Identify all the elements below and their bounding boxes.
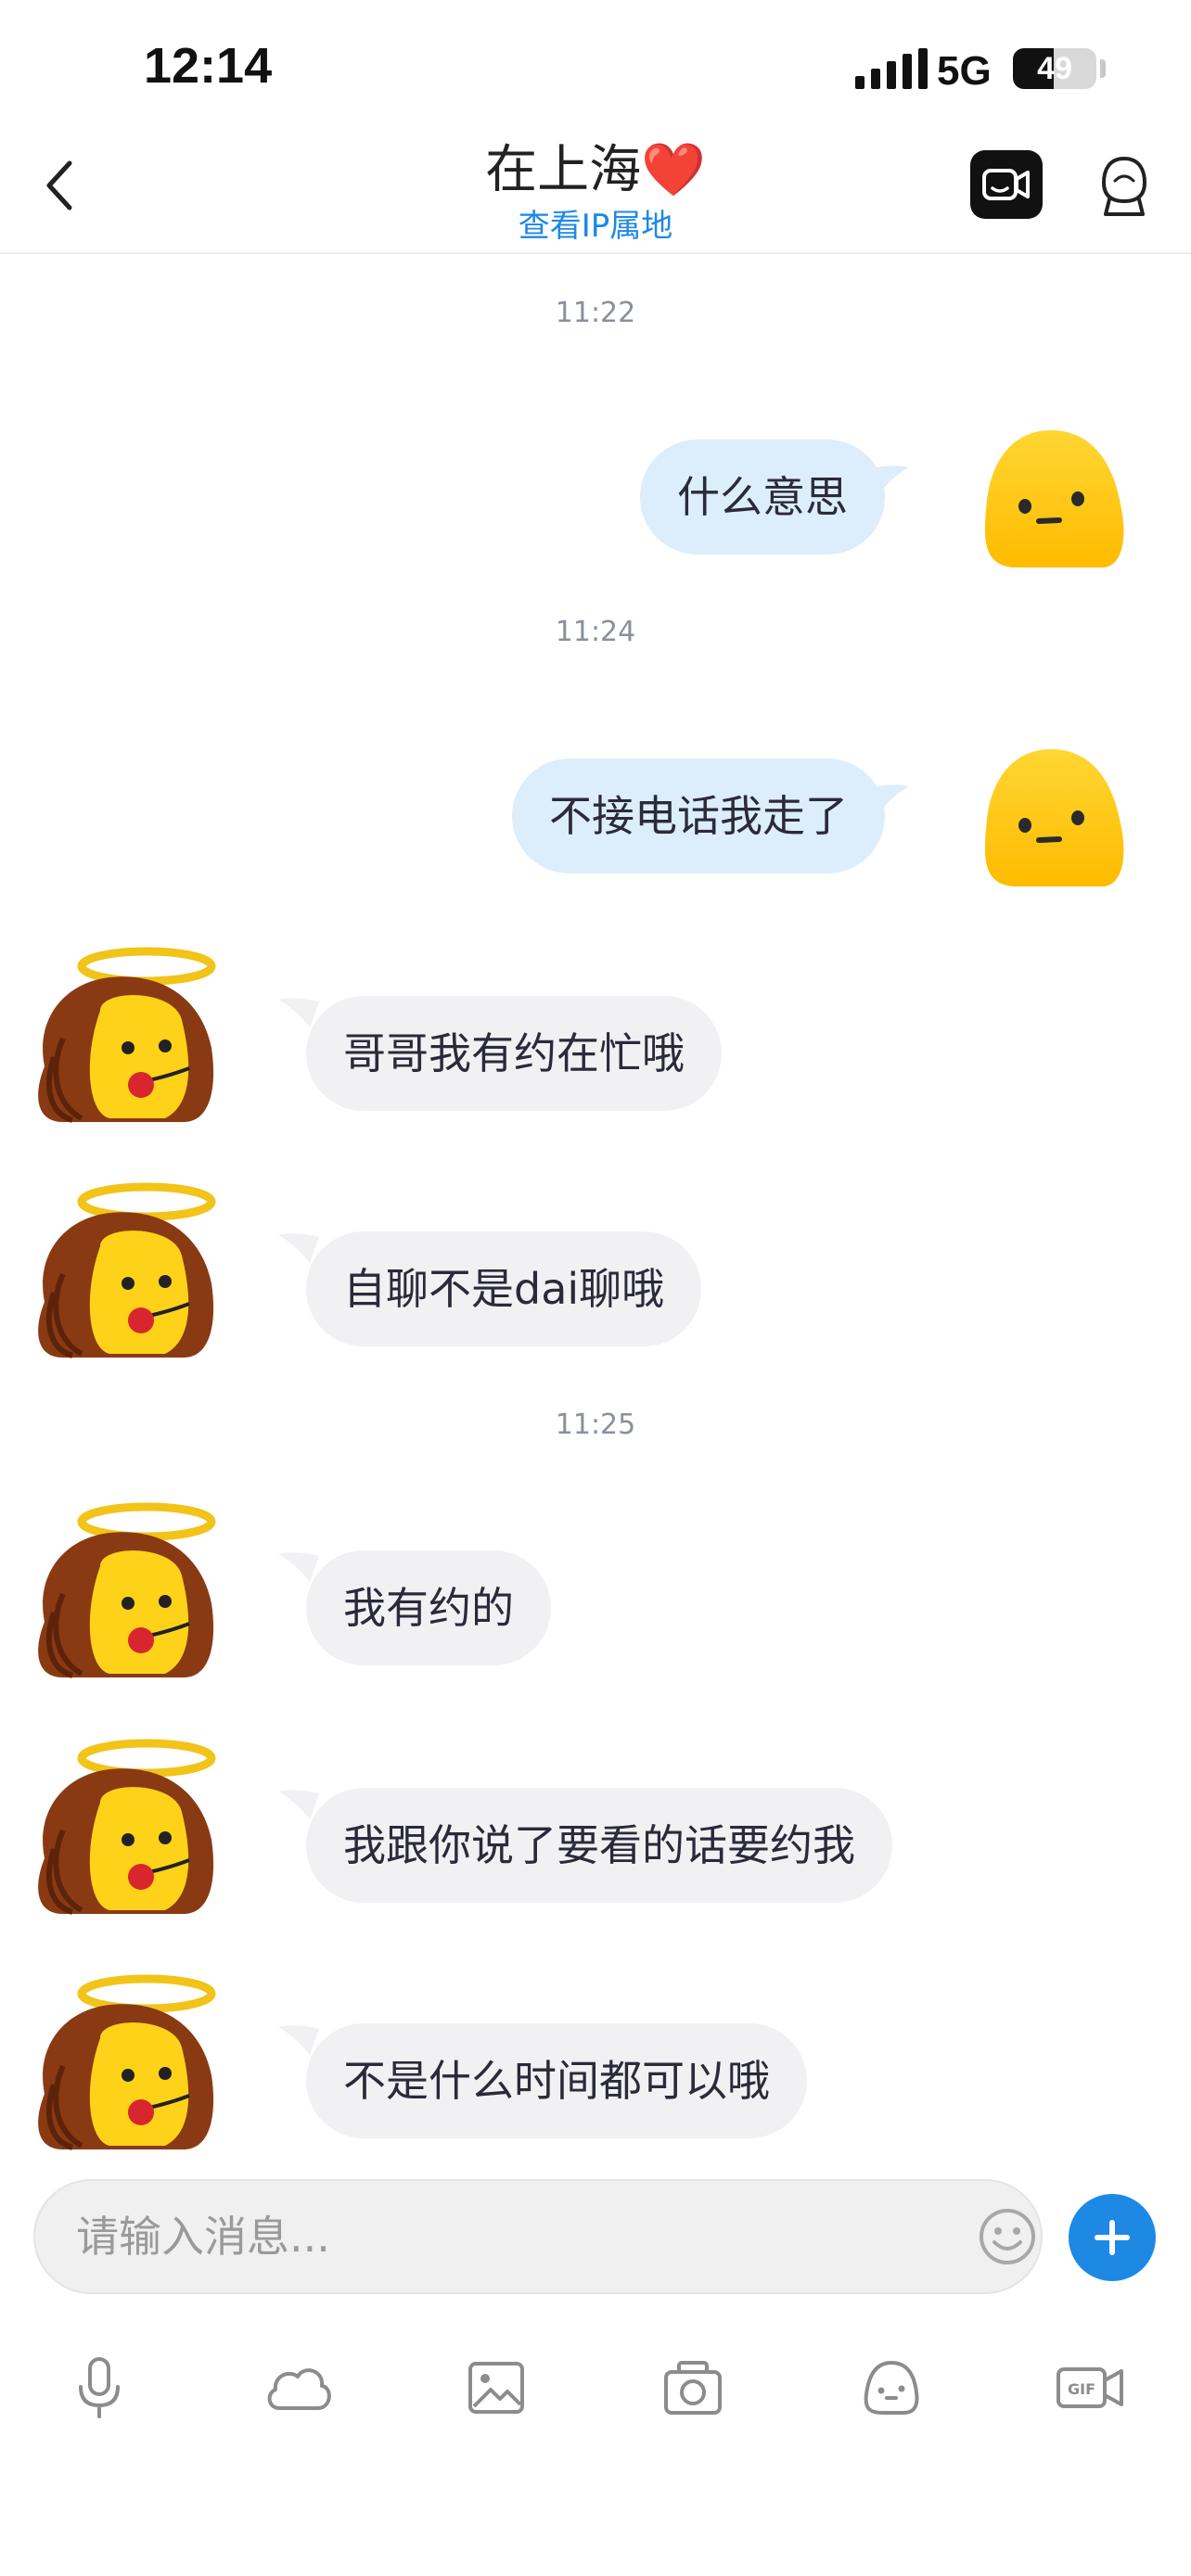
bubble-tail (278, 2025, 319, 2055)
my-avatar[interactable] (974, 427, 1128, 571)
message-bubble-outgoing[interactable]: 不接电话我走了 (512, 759, 885, 874)
user-profile-icon (1101, 156, 1147, 216)
camera-button[interactable] (651, 2346, 735, 2429)
cloud-icon (267, 2368, 331, 2410)
microphone-icon (79, 2357, 120, 2418)
status-bar: 12:14 5G 49 (0, 0, 1191, 139)
battery-icon: 49 (1013, 48, 1096, 89)
chat-header: 在上海❤️ 查看IP属地 (0, 121, 1191, 254)
message-input[interactable]: 请输入消息... (33, 2179, 1043, 2294)
plus-icon (1095, 2220, 1130, 2255)
image-icon (468, 2362, 524, 2414)
heart-emoji: ❤️ (641, 140, 706, 200)
svg-text:GIF: GIF (1068, 2380, 1095, 2398)
emoji-icon[interactable] (978, 2207, 1037, 2266)
contact-name: 在上海 (485, 140, 642, 200)
camera-icon (664, 2361, 722, 2415)
bubble-tail (868, 465, 909, 495)
signal-icon (855, 48, 928, 89)
battery-level: 49 (1037, 51, 1072, 86)
contact-avatar[interactable] (26, 1738, 234, 1919)
timestamp: 11:22 (555, 297, 636, 329)
message-bubble-incoming[interactable]: 自聊不是dai聊哦 (306, 1231, 702, 1346)
my-avatar[interactable] (974, 746, 1128, 890)
contact-avatar[interactable] (26, 946, 234, 1128)
timestamp: 11:24 (555, 616, 636, 648)
bubble-tail (278, 1233, 319, 1263)
input-toolbar: GIF (0, 2346, 1191, 2439)
video-call-button[interactable] (970, 150, 1043, 219)
sticker-button[interactable] (850, 2346, 933, 2429)
bubble-tail (868, 784, 909, 814)
message-bubble-incoming[interactable]: 我跟你说了要看的话要约我 (306, 1788, 892, 1903)
network-type: 5G (937, 48, 992, 94)
video-camera-icon (982, 169, 1030, 200)
voice-button[interactable] (58, 2346, 141, 2429)
battery-tip (1100, 59, 1106, 78)
message-bubble-outgoing[interactable]: 什么意思 (640, 440, 885, 555)
message-bubble-incoming[interactable]: 我有约的 (306, 1550, 551, 1665)
plus-button[interactable] (1069, 2194, 1156, 2281)
contact-avatar[interactable] (26, 1501, 234, 1683)
gif-button[interactable]: GIF (1048, 2346, 1132, 2429)
contact-avatar[interactable] (26, 1973, 234, 2155)
cloud-button[interactable] (256, 2346, 339, 2429)
sticker-icon (864, 2360, 919, 2415)
image-button[interactable] (455, 2346, 538, 2429)
bubble-tail (278, 998, 319, 1027)
bubble-tail (278, 1790, 319, 1819)
message-bubble-incoming[interactable]: 不是什么时间都可以哦 (306, 2023, 807, 2138)
profile-button[interactable] (1091, 148, 1158, 223)
timestamp: 11:25 (555, 1409, 636, 1441)
gif-icon: GIF (1057, 2367, 1123, 2408)
status-time: 12:14 (144, 38, 273, 94)
message-list[interactable]: 11:22 什么意思 11:24 不接电话我走了 哥哥我有约在忙哦 自聊不是da… (0, 254, 1191, 2155)
bubble-tail (278, 1552, 319, 1582)
message-bubble-incoming[interactable]: 哥哥我有约在忙哦 (306, 996, 722, 1111)
input-placeholder: 请输入消息... (76, 2212, 330, 2262)
contact-avatar[interactable] (26, 1181, 234, 1363)
